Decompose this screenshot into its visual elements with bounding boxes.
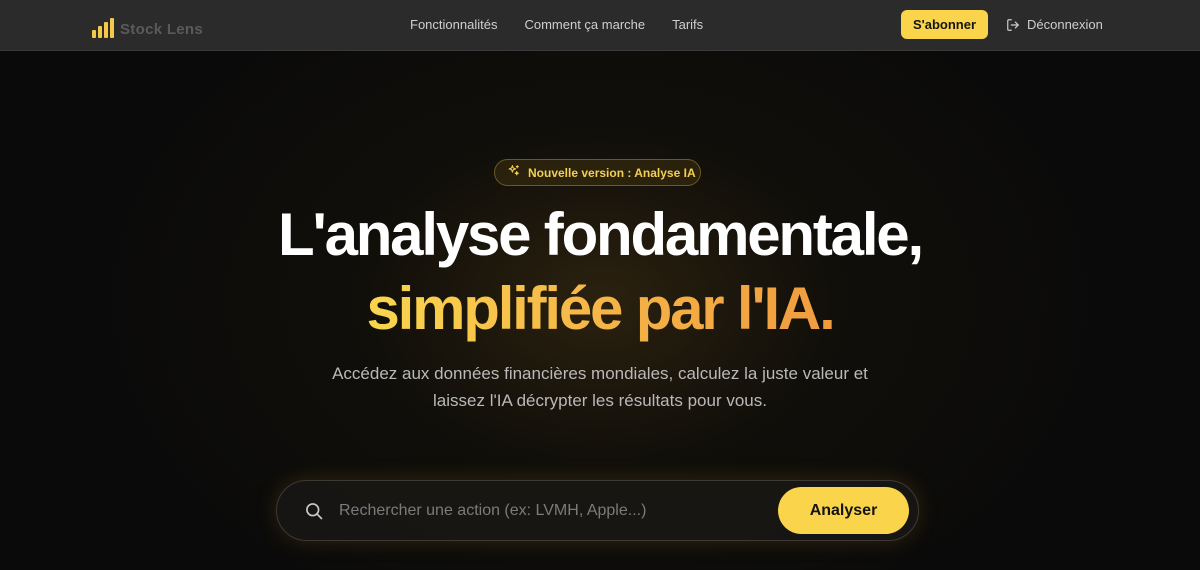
logout-label: Déconnexion (1027, 17, 1103, 32)
stock-search-bar: Analyser (276, 480, 919, 541)
main-nav: Fonctionnalités Comment ça marche Tarifs (410, 17, 703, 32)
hero-subtitle-line1: Accédez aux données financières mondiale… (332, 364, 868, 383)
nav-link-pricing[interactable]: Tarifs (672, 17, 703, 32)
hero-title-line1: L'analyse fondamentale, (278, 201, 924, 268)
analyze-button[interactable]: Analyser (778, 487, 909, 534)
brand-logo[interactable]: Stock Lens (92, 14, 203, 38)
new-version-badge: Nouvelle version : Analyse IA (494, 159, 701, 186)
logout-icon (1006, 18, 1020, 32)
sparkles-icon (507, 164, 520, 182)
hero-title-line2: simplifiée par l'IA. (366, 272, 835, 346)
logout-button[interactable]: Déconnexion (1006, 17, 1103, 32)
top-navbar: Stock Lens Fonctionnalités Comment ça ma… (0, 0, 1200, 51)
nav-link-how-it-works[interactable]: Comment ça marche (524, 17, 645, 32)
stock-search-input[interactable] (339, 496, 759, 526)
landing-page: Stock Lens Fonctionnalités Comment ça ma… (0, 0, 1200, 570)
nav-link-features[interactable]: Fonctionnalités (410, 17, 497, 32)
search-icon (304, 501, 324, 526)
bar-chart-icon (92, 16, 114, 38)
badge-text: Nouvelle version : Analyse IA (528, 165, 696, 180)
hero-subtitle: Accédez aux données financières mondiale… (0, 360, 1200, 414)
subscribe-button[interactable]: S'abonner (901, 10, 988, 39)
hero-title: L'analyse fondamentale, simplifiée par l… (0, 198, 1200, 346)
brand-name: Stock Lens (120, 21, 204, 38)
hero-subtitle-line2: laissez l'IA décrypter les résultats pou… (433, 391, 767, 410)
